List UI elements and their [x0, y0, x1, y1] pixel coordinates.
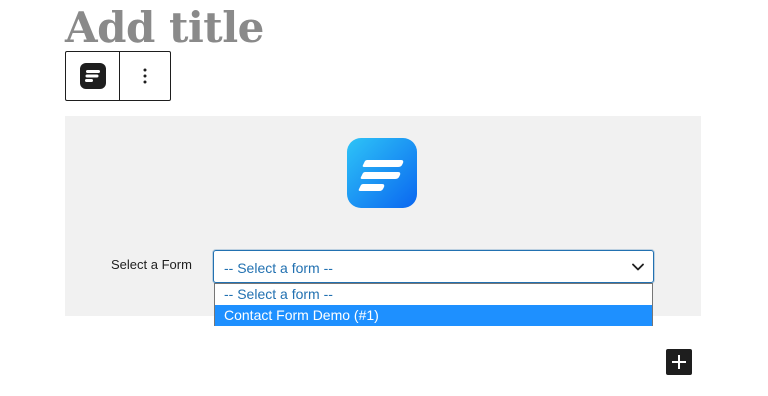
dropdown-option-highlighted[interactable]: Contact Form Demo (#1) — [215, 305, 652, 326]
form-select[interactable]: -- Select a form -- — [213, 250, 654, 283]
add-block-button[interactable] — [666, 349, 692, 375]
form-select-value: -- Select a form -- — [224, 260, 333, 276]
fluent-forms-icon — [79, 63, 106, 89]
editor-canvas: Add title Select a Form -- Select a form… — [0, 0, 768, 396]
chevron-down-icon — [632, 263, 644, 271]
form-select-dropdown: -- Select a form -- Contact Form Demo (#… — [214, 283, 653, 326]
block-type-button[interactable] — [66, 52, 120, 100]
block-toolbar — [65, 51, 171, 101]
dropdown-option[interactable]: -- Select a form -- — [215, 284, 652, 305]
plus-icon — [672, 355, 686, 369]
fluent-forms-logo-icon — [347, 138, 417, 208]
more-options-button[interactable] — [120, 52, 170, 100]
vertical-ellipsis-icon — [143, 68, 147, 84]
post-title-input[interactable]: Add title — [65, 2, 264, 54]
select-form-label: Select a Form — [111, 257, 192, 272]
